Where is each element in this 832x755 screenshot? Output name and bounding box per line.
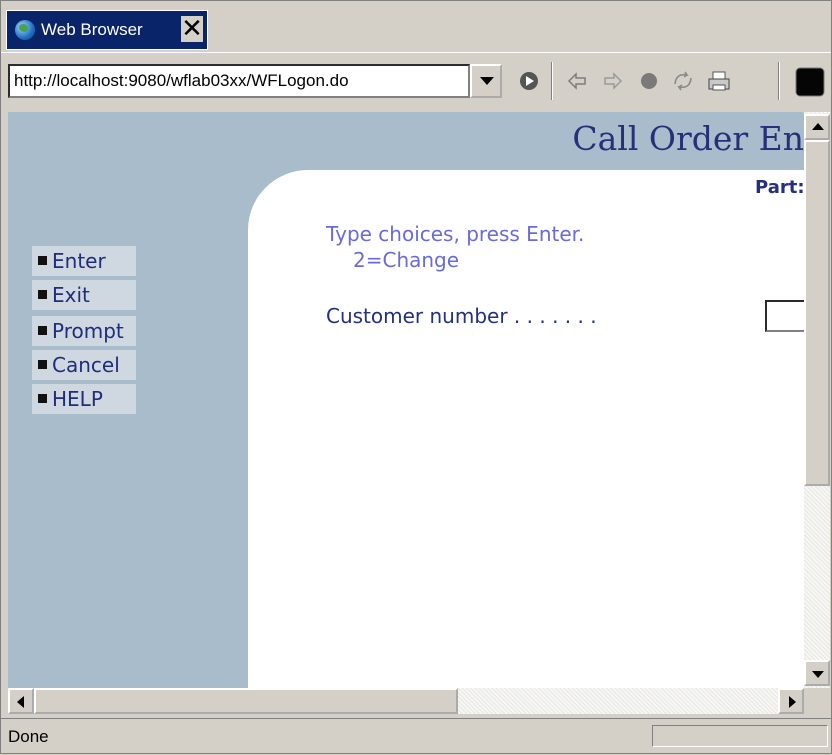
url-input[interactable]: http://localhost:9080/wflab03xx/WFLogon.… bbox=[8, 64, 470, 98]
function-key-label: Cancel bbox=[52, 353, 120, 377]
print-icon bbox=[708, 71, 730, 91]
customer-number-input[interactable] bbox=[765, 300, 804, 332]
function-key-enter[interactable]: Enter bbox=[32, 246, 136, 276]
stop-icon bbox=[641, 73, 657, 89]
back-button[interactable] bbox=[560, 64, 594, 98]
function-key-prompt[interactable]: Prompt bbox=[32, 316, 136, 346]
toolbar-separator bbox=[551, 62, 553, 100]
function-key-cancel[interactable]: Cancel bbox=[32, 350, 136, 380]
tab-label: Web Browser bbox=[41, 20, 143, 39]
back-icon bbox=[567, 72, 586, 90]
forward-icon bbox=[604, 72, 623, 90]
function-key-help[interactable]: HELP bbox=[32, 384, 136, 414]
print-button[interactable] bbox=[702, 64, 736, 98]
refresh-icon bbox=[674, 71, 692, 91]
bullet-icon bbox=[38, 360, 47, 369]
close-icon[interactable]: ✕ bbox=[181, 16, 203, 42]
stop-button[interactable] bbox=[632, 64, 666, 98]
bullet-icon bbox=[38, 290, 47, 299]
scroll-down-button[interactable] bbox=[804, 660, 830, 686]
toolbar-separator bbox=[778, 62, 780, 100]
globe-icon bbox=[15, 20, 35, 40]
progress-bar bbox=[652, 725, 828, 747]
refresh-button[interactable] bbox=[666, 64, 700, 98]
tab-strip: Web Browser ✕ bbox=[0, 0, 832, 52]
option-text: 2=Change bbox=[353, 248, 460, 272]
scroll-right-button[interactable] bbox=[778, 688, 804, 714]
url-dropdown-button[interactable] bbox=[470, 64, 502, 98]
scroll-corner bbox=[804, 688, 830, 714]
function-key-label: HELP bbox=[52, 387, 103, 411]
horizontal-scroll-thumb[interactable] bbox=[34, 688, 458, 714]
parts-label: Part: bbox=[755, 177, 804, 198]
web-page: Call Order En Enter Exit Prompt Cancel H… bbox=[8, 112, 804, 688]
go-button[interactable] bbox=[512, 64, 546, 98]
function-key-label: Enter bbox=[52, 249, 106, 273]
function-key-exit[interactable]: Exit bbox=[32, 280, 136, 310]
black-square-icon bbox=[795, 67, 825, 97]
function-key-label: Prompt bbox=[52, 319, 124, 343]
customer-number-label: Customer number . . . . . . . bbox=[326, 304, 597, 328]
bullet-icon bbox=[38, 256, 47, 265]
function-key-label: Exit bbox=[52, 283, 90, 307]
go-icon bbox=[520, 72, 538, 90]
status-bar: Done bbox=[0, 718, 832, 755]
scroll-up-button[interactable] bbox=[804, 114, 830, 140]
content-panel: Part: Type choices, press Enter. 2=Chang… bbox=[248, 170, 804, 688]
forward-button[interactable] bbox=[596, 64, 630, 98]
tab-web-browser[interactable]: Web Browser ✕ bbox=[6, 10, 208, 50]
bullet-icon bbox=[38, 326, 47, 335]
page-title: Call Order En bbox=[572, 119, 804, 158]
black-square-button[interactable] bbox=[792, 64, 826, 98]
bullet-icon bbox=[38, 394, 47, 403]
scroll-left-button[interactable] bbox=[8, 688, 34, 714]
vertical-scroll-thumb[interactable] bbox=[804, 140, 830, 486]
status-text: Done bbox=[8, 727, 49, 746]
instruction-text: Type choices, press Enter. bbox=[326, 222, 585, 246]
